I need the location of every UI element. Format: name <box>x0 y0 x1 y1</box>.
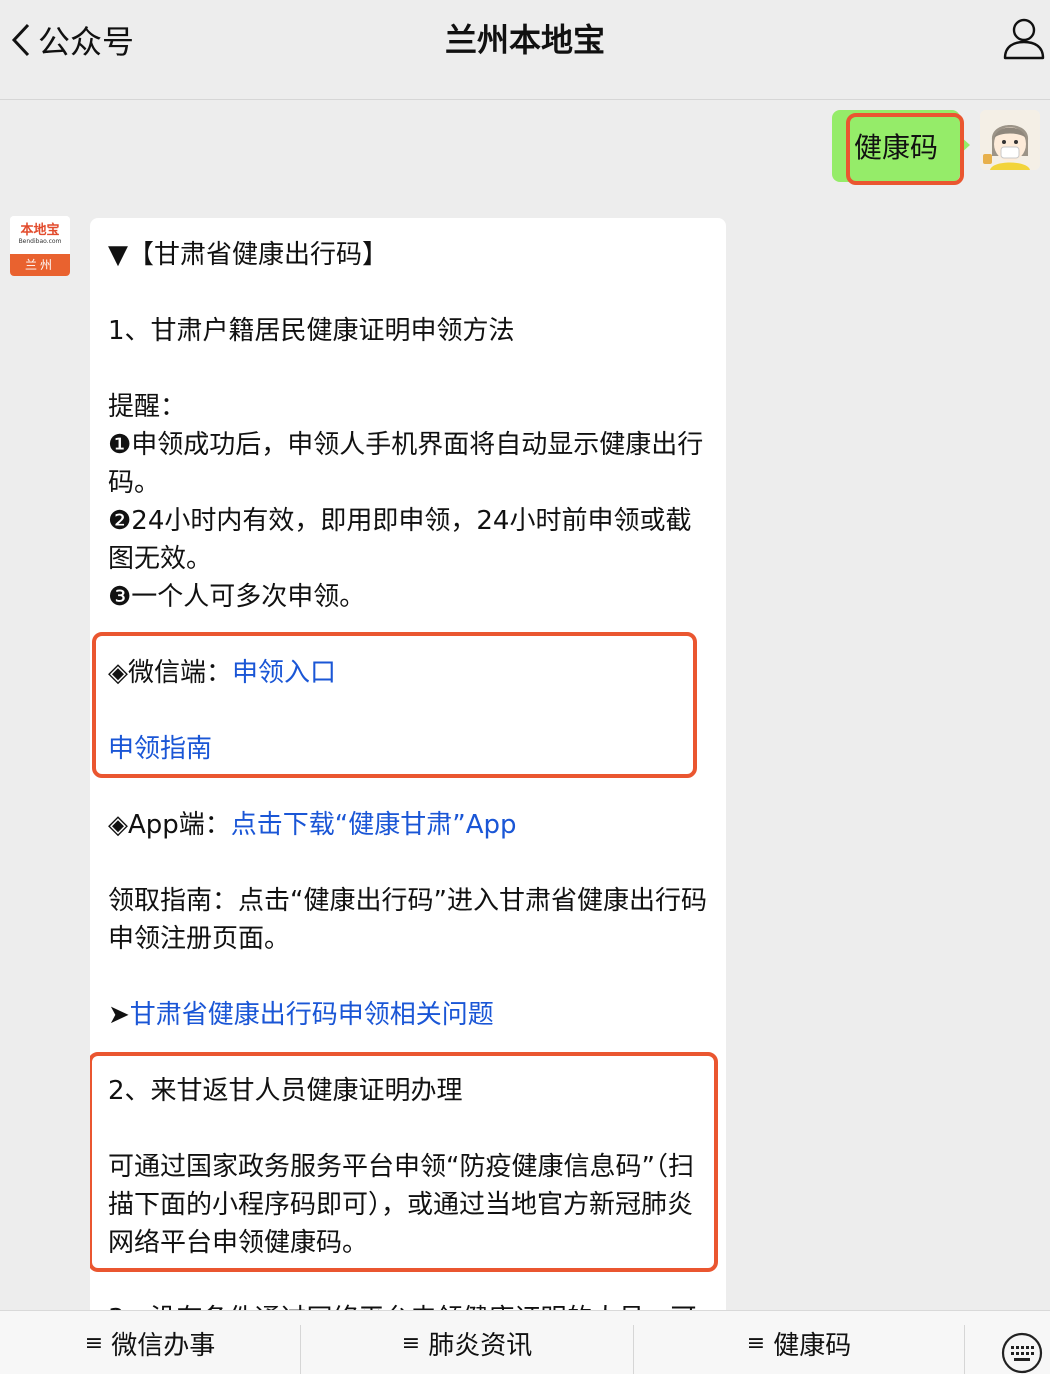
menu-list-icon: ≡ <box>84 1330 104 1356</box>
app-entry-line: ◈App端：点击下载“健康甘肃”App <box>108 806 713 844</box>
guide-text: 领取指南：点击“健康出行码”进入甘肃省健康出行码申领注册页面。 <box>108 886 707 954</box>
user-avatar[interactable] <box>980 110 1040 170</box>
menu-item-health-code[interactable]: ≡ 健康码 <box>634 1311 964 1374</box>
bendibao-logo: 本地宝 Bendibao.com <box>10 216 70 254</box>
reminder-2: ❷24小时内有效，即用即申领，24小时前申领或截图无效。 <box>108 506 692 574</box>
bot-message-bubble: ▼【甘肃省健康出行码】 1、甘肃户籍居民健康证明申领方法 提醒： ❶申领成功后，… <box>90 218 726 1328</box>
divider <box>964 1325 965 1374</box>
message-heading: ▼【甘肃省健康出行码】 <box>108 240 388 270</box>
menu-item-label: 健康码 <box>773 1330 852 1361</box>
profile-button[interactable] <box>1002 16 1046 62</box>
app-prefix: ◈App端： <box>108 810 231 840</box>
person-icon <box>1003 18 1045 60</box>
section2-title: 2、来甘返甘人员健康证明办理 <box>108 1076 463 1106</box>
user-message-bubble: 健康码 <box>831 110 971 182</box>
menu-list-icon: ≡ <box>401 1330 421 1356</box>
reminder-1: ❶申领成功后，申领人手机界面将自动显示健康出行码。 <box>108 430 704 498</box>
official-account-avatar[interactable]: 本地宝 Bendibao.com 兰州 <box>10 216 70 276</box>
wechat-guide-line: 申领指南 <box>108 730 713 768</box>
section2-body: 可通过国家政务服务平台申领“防疫健康信息码”（扫描下面的小程序码即可），或通过当… <box>108 1152 694 1258</box>
user-message-row: 健康码 <box>0 110 1050 186</box>
section1-title: 1、甘肃户籍居民健康证明申领方法 <box>108 316 515 346</box>
faq-link[interactable]: 甘肃省健康出行码申领相关问题 <box>130 1000 494 1030</box>
reminder-label: 提醒： <box>108 392 187 422</box>
app-download-link[interactable]: 点击下载“健康甘肃”App <box>231 810 517 840</box>
message-content: ▼【甘肃省健康出行码】 1、甘肃户籍居民健康证明申领方法 提醒： ❶申领成功后，… <box>108 236 713 1328</box>
bottom-menu-bar: ≡ 微信办事 ≡ 肺炎资讯 ≡ 健康码 <box>0 1310 1050 1374</box>
apply-guide-link[interactable]: 申领指南 <box>108 734 212 764</box>
arrow-icon: ➤ <box>108 1000 130 1030</box>
user-message-text: 健康码 <box>853 131 938 164</box>
top-nav-bar: 公众号 兰州本地宝 <box>0 0 1050 100</box>
page-title: 兰州本地宝 <box>444 21 605 59</box>
faq-line: ➤甘肃省健康出行码申领相关问题 <box>108 996 713 1034</box>
menu-item-pneumonia-news[interactable]: ≡ 肺炎资讯 <box>301 1311 633 1374</box>
menu-item-wechat-services[interactable]: ≡ 微信办事 <box>0 1311 300 1374</box>
reminder-3: ❸一个人可多次申领。 <box>108 582 366 612</box>
menu-item-label: 肺炎资讯 <box>428 1330 533 1361</box>
menu-item-label: 微信办事 <box>111 1330 216 1361</box>
cartoon-avatar-icon <box>980 110 1040 170</box>
apply-entry-link[interactable]: 申领入口 <box>232 658 336 688</box>
wechat-entry-line: ◈微信端：申领入口 <box>108 654 713 692</box>
wechat-prefix: ◈微信端： <box>108 658 232 688</box>
keyboard-icon <box>1001 1332 1043 1374</box>
menu-list-icon: ≡ <box>746 1330 766 1356</box>
keyboard-toggle-button[interactable] <box>1000 1331 1044 1374</box>
